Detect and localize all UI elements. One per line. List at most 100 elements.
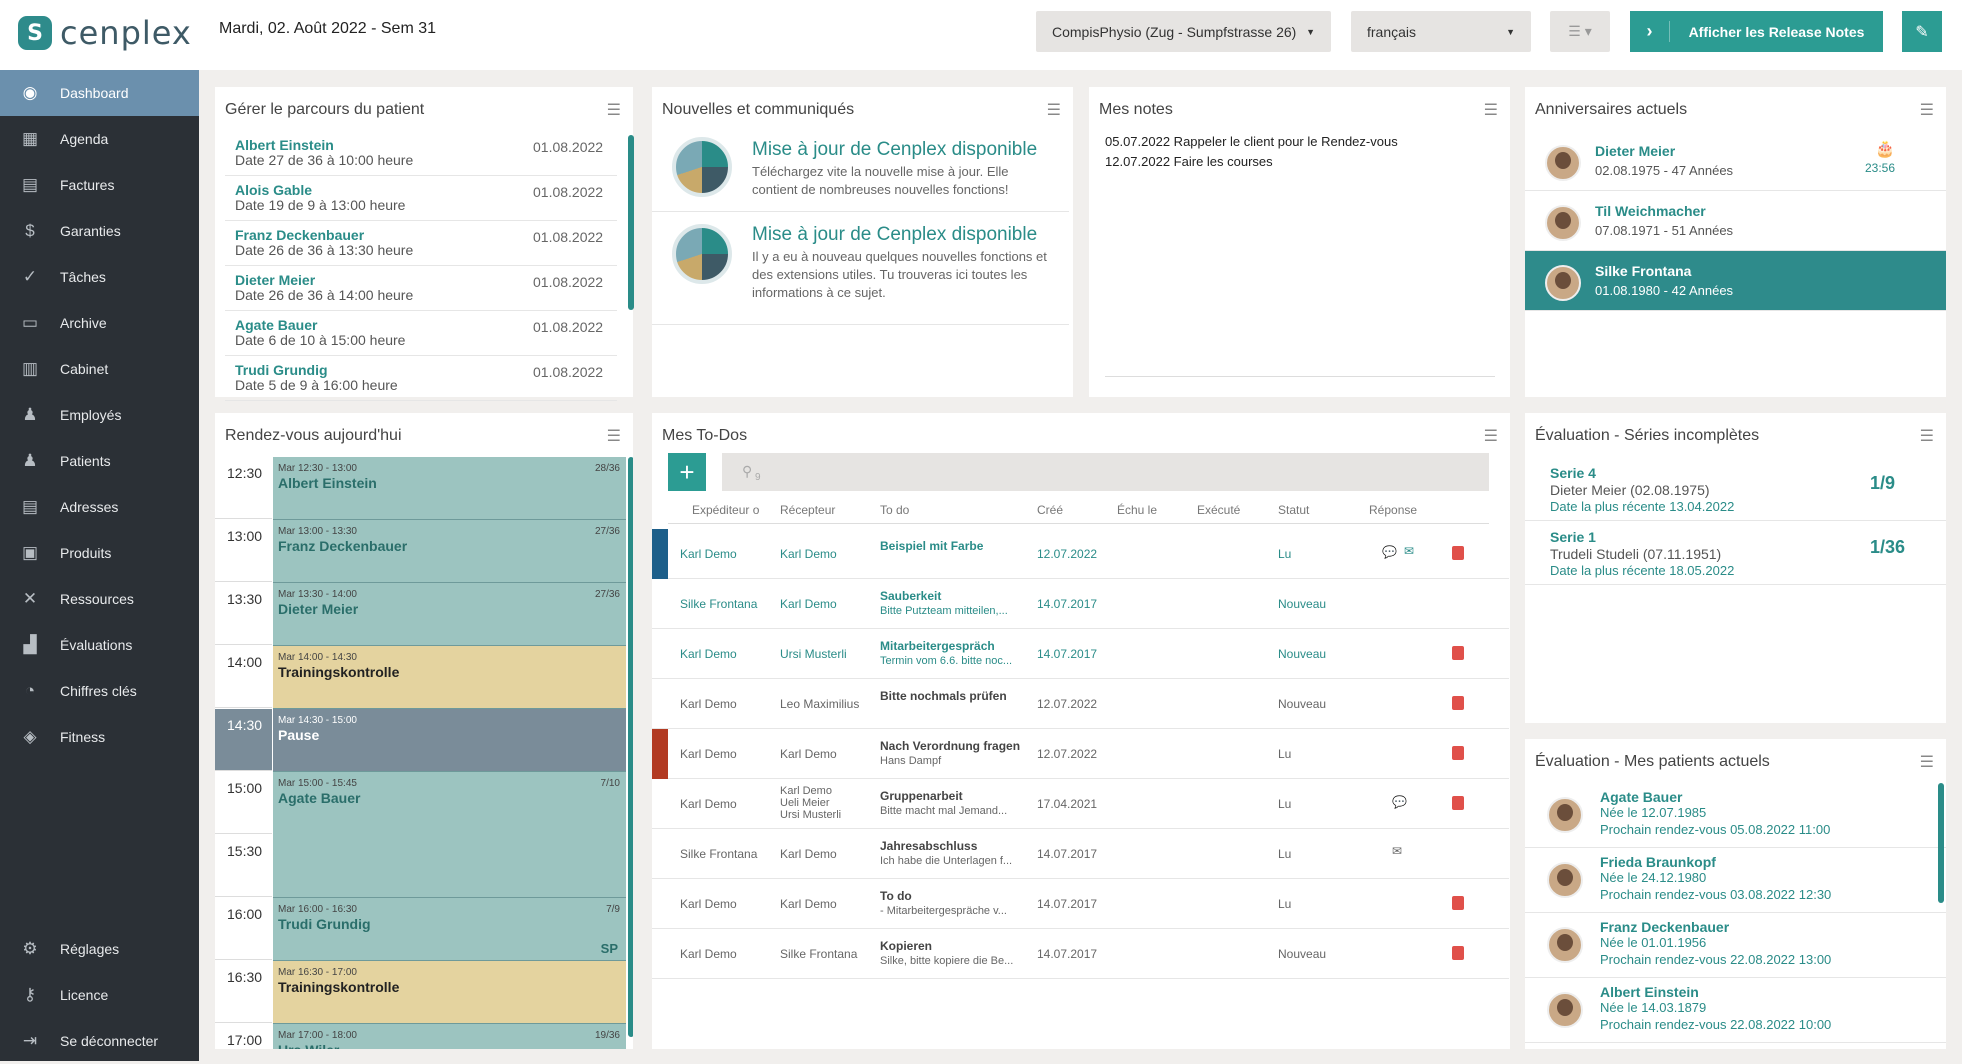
add-todo-button[interactable]: + [668,453,706,491]
chat-icon[interactable]: 💬 [1382,545,1397,559]
patient-path-row[interactable]: Alois Gable Date 19 de 9 à 13:00 heure 01.… [225,176,617,221]
appointment-block[interactable]: Mar 15:00 - 15:45 Agate Bauer 7/10 [273,772,626,898]
logo[interactable]: Scenplex [18,14,192,52]
sidebar-item-t-ches[interactable]: ✓ Tâches [0,254,199,300]
todo-title[interactable]: Kopieren [880,939,932,953]
todo-row[interactable]: Karl Demo Karl Demo Ueli Meier Ursi Musterl… [652,779,1509,829]
trash-icon[interactable] [1452,546,1464,560]
todo-title[interactable]: Nach Verordnung fragen [880,739,1020,753]
todo-filter-bar[interactable]: ⚲ 9 [722,453,1489,491]
patient-name[interactable]: Franz Deckenbauer [1600,919,1729,935]
hamburger-icon[interactable]: ☰ [1484,100,1498,120]
todo-row[interactable]: Karl Demo Karl Demo Beispiel mit Farbe 12.0… [652,529,1509,579]
patient-path-row[interactable]: Dieter Meier Date 26 de 36 à 14:00 heure 0… [225,266,617,311]
trash-icon[interactable] [1452,896,1464,910]
birthday-name[interactable]: Dieter Meier [1595,143,1675,159]
scrollbar[interactable] [628,135,634,310]
todo-row[interactable]: Silke Frontana Karl Demo Jahresabschluss Ic… [652,829,1509,879]
column-header[interactable]: Échu le [1117,503,1157,517]
patient-path-row[interactable]: Agate Bauer Date 6 de 10 à 15:00 heure 01.… [225,311,617,356]
sidebar-item-employ-s[interactable]: ♟ Employés [0,392,199,438]
patient-name[interactable]: Agate Bauer [235,317,317,333]
trash-icon[interactable] [1452,796,1464,810]
current-patient-row[interactable]: Frieda Braunkopf Née le 24.12.1980 Prochai… [1525,848,1946,913]
birthday-row[interactable]: Silke Frontana 01.08.1980 - 42 Années [1525,251,1946,311]
hamburger-icon[interactable]: ☰ [607,100,621,120]
sidebar-item-bottom[interactable]: ⇥ Se déconnecter [0,1018,199,1064]
patient-name[interactable]: Franz Deckenbauer [235,227,364,243]
appointment-block[interactable]: Mar 17:00 - 18:00Urs Wiler 19/36 [273,1024,626,1049]
hamburger-icon[interactable]: ☰ [1047,100,1061,120]
appointment-block[interactable]: Mar 16:00 - 16:30 Trudi Grundig 7/9 SP [273,898,626,961]
sidebar-item-factures[interactable]: ▤ Factures [0,162,199,208]
series-row[interactable]: Serie 1 Trudeli Studeli (07.11.1951) Date … [1525,521,1946,585]
sidebar-item-chiffres-cl-s[interactable]: ◔ Chiffres clés [0,668,199,714]
appointment-block[interactable]: Mar 13:00 - 13:30 Franz Deckenbauer 27/36 [273,520,626,583]
todo-title[interactable]: To do [880,889,912,903]
hamburger-icon[interactable]: ☰ [1920,100,1934,120]
news-item[interactable]: Mise à jour de Cenplex disponible Il y a … [652,212,1069,325]
patient-path-row[interactable]: Trudi Grundig Date 5 de 9 à 16:00 heure 01… [225,356,617,401]
appointment-block[interactable]: Mar 16:30 - 17:00 Trainingskontrolle [273,961,626,1024]
sidebar-item-garanties[interactable]: $ Garanties [0,208,199,254]
todo-row[interactable]: Silke Frontana Karl Demo Sauberkeit Bitte P… [652,579,1509,629]
edit-dashboard-button[interactable]: ✎ [1902,11,1942,52]
column-header[interactable]: Créé [1037,503,1063,517]
current-patient-row[interactable]: Albert Einstein Née le 14.03.1879 Prochain… [1525,978,1946,1043]
sidebar-item-agenda[interactable]: ▦ Agenda [0,116,199,162]
hamburger-icon[interactable]: ☰ [1484,426,1498,446]
column-header[interactable]: Statut [1278,503,1309,517]
filter-icon[interactable]: ⚲ [742,463,752,480]
release-notes-button[interactable]: › Afficher les Release Notes [1630,11,1883,52]
practice-select[interactable]: CompisPhysio (Zug - Sumpfstrasse 26) ▼ [1036,11,1331,52]
todo-row[interactable]: Karl Demo Karl Demo To do - Mitarbeitergesp… [652,879,1509,929]
note-line[interactable]: 05.07.2022 Rappeler le client pour le Re… [1105,134,1398,149]
chat-icon[interactable]: 💬 [1392,795,1407,809]
todo-title[interactable]: Jahresabschluss [880,839,977,853]
news-item[interactable]: Mise à jour de Cenplex disponible Télécha… [652,131,1069,212]
todo-row[interactable]: Karl Demo Karl Demo Nach Verordnung fragen… [652,729,1509,779]
mail-icon[interactable]: ✉ [1404,544,1414,558]
trash-icon[interactable] [1452,646,1464,660]
note-line[interactable]: 12.07.2022 Faire les courses [1105,154,1273,169]
birthday-name[interactable]: Silke Frontana [1595,263,1691,279]
appointment-block[interactable]: Mar 12:30 - 13:00 Albert Einstein 28/36 [273,457,626,520]
current-patient-row[interactable]: Agate Bauer Née le 12.07.1985 Prochain ren… [1525,783,1946,848]
sidebar-item-patients[interactable]: ♟ Patients [0,438,199,484]
todo-row[interactable]: Karl Demo Silke Frontana Kopieren Silke, bi… [652,929,1509,979]
series-name[interactable]: Serie 4 [1550,465,1596,481]
patient-path-row[interactable]: Albert Einstein Date 27 de 36 à 10:00 heu… [225,131,617,176]
appointment-block[interactable]: Mar 14:00 - 14:30 Trainingskontrolle [273,646,626,709]
todo-row[interactable]: Karl Demo Ursi Musterli Mitarbeitergespräc… [652,629,1509,679]
sidebar-item-fitness[interactable]: ◈ Fitness [0,714,199,760]
sidebar-item-cabinet[interactable]: ▥ Cabinet [0,346,199,392]
patient-name[interactable]: Trudi Grundig [235,362,328,378]
sidebar-item-produits[interactable]: ▣ Produits [0,530,199,576]
patient-name[interactable]: Albert Einstein [235,137,334,153]
hamburger-icon[interactable]: ☰ [607,426,621,446]
birthday-row[interactable]: Til Weichmacher 07.08.1971 - 51 Années [1525,191,1946,251]
sidebar-item-bottom[interactable]: ⚷ Licence [0,972,199,1018]
patient-name[interactable]: Alois Gable [235,182,312,198]
language-select[interactable]: français ▼ [1351,11,1531,52]
sidebar-item--valuations[interactable]: ▟ Évaluations [0,622,199,668]
appointment-block[interactable]: Mar 13:30 - 14:00 Dieter Meier 27/36 [273,583,626,646]
hamburger-icon[interactable]: ☰ [1920,752,1934,772]
birthday-name[interactable]: Til Weichmacher [1595,203,1706,219]
hamburger-icon[interactable]: ☰ [1920,426,1934,446]
news-title[interactable]: Mise à jour de Cenplex disponible [752,224,1037,246]
series-row[interactable]: Serie 4 Dieter Meier (02.08.1975) Date la … [1525,457,1946,521]
todo-title[interactable]: Sauberkeit [880,589,941,603]
sidebar-item-dashboard[interactable]: ◉ Dashboard [0,70,199,116]
todo-title[interactable]: Beispiel mit Farbe [880,539,983,553]
column-header[interactable]: To do [880,503,909,517]
current-patient-row[interactable]: Franz Deckenbauer Née le 01.01.1956 Procha… [1525,913,1946,978]
menu-dropdown[interactable]: ☰ ▾ [1550,11,1610,52]
todo-title[interactable]: Bitte nochmals prüfen [880,689,1007,703]
scrollbar[interactable] [1938,783,1944,903]
patient-name[interactable]: Dieter Meier [235,272,315,288]
sidebar-item-bottom[interactable]: ⚙ Réglages [0,926,199,972]
todo-title[interactable]: Mitarbeitergespräch [880,639,995,653]
birthday-row[interactable]: Dieter Meier 02.08.1975 - 47 Années 🎂 23:56 [1525,131,1946,191]
trash-icon[interactable] [1452,746,1464,760]
